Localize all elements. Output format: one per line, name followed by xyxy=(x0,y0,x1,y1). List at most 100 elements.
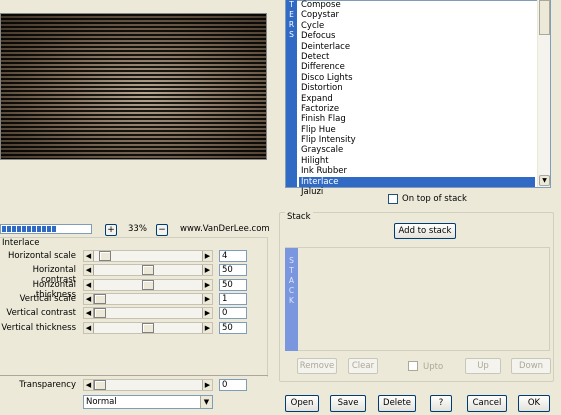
filter-list-item[interactable]: Disco Lights xyxy=(299,73,535,83)
slider-thumb[interactable] xyxy=(142,323,154,333)
stack-letter: C xyxy=(288,286,295,295)
param-input[interactable]: 50 xyxy=(219,322,247,334)
filters-tab[interactable]: TERS xyxy=(286,0,297,187)
interlace-group-title: Interlace xyxy=(2,238,40,248)
arrow-left-icon[interactable]: ◀ xyxy=(84,308,94,318)
stack-letter: K xyxy=(289,296,294,305)
param-label: Vertical scale xyxy=(19,294,76,304)
stack-tab: STACK xyxy=(285,248,298,351)
save-button[interactable]: Save xyxy=(330,395,366,412)
transparency-slider[interactable]: ◀ ▶ xyxy=(83,379,213,391)
param-slider[interactable]: ◀ ▶ xyxy=(83,250,213,262)
arrow-left-icon[interactable]: ◀ xyxy=(84,294,94,304)
param-input[interactable]: 50 xyxy=(219,279,247,291)
stack-group-title: Stack xyxy=(285,212,313,222)
progress-segment xyxy=(37,226,41,232)
filter-list-item[interactable]: Hilight xyxy=(299,156,535,166)
progress-segment xyxy=(42,226,46,232)
filter-list[interactable]: Compose Copystar Cycle Defocus Deinterlace De… xyxy=(299,0,535,197)
filter-list-item[interactable]: Cycle xyxy=(299,21,535,31)
upto-label: Upto xyxy=(423,362,444,372)
param-input[interactable]: 4 xyxy=(219,250,247,262)
arrow-right-icon[interactable]: ▶ xyxy=(202,323,212,333)
arrow-left-icon[interactable]: ◀ xyxy=(84,380,94,390)
blend-mode-select[interactable]: Normal ▼ xyxy=(83,395,213,409)
scrollbar-thumb[interactable] xyxy=(539,0,550,35)
stack-list[interactable] xyxy=(285,247,550,351)
render-progress-bar xyxy=(0,224,92,234)
filter-list-item[interactable]: Flip Hue xyxy=(299,125,535,135)
arrow-right-icon[interactable]: ▶ xyxy=(202,308,212,318)
param-label: Horizontal scale xyxy=(7,251,76,261)
slider-thumb[interactable] xyxy=(94,294,106,304)
param-slider[interactable]: ◀ ▶ xyxy=(83,279,213,291)
param-input[interactable]: 50 xyxy=(219,264,247,276)
slider-thumb[interactable] xyxy=(94,308,106,318)
cancel-button[interactable]: Cancel xyxy=(467,395,507,412)
param-slider[interactable]: ◀ ▶ xyxy=(83,322,213,334)
progress-segment xyxy=(32,226,36,232)
ok-button[interactable]: OK xyxy=(518,395,550,412)
slider-thumb[interactable] xyxy=(142,265,154,275)
arrow-right-icon[interactable]: ▶ xyxy=(202,280,212,290)
arrow-left-icon[interactable]: ◀ xyxy=(84,323,94,333)
param-label: Vertical thickness xyxy=(1,323,76,333)
arrow-right-icon[interactable]: ▶ xyxy=(202,380,212,390)
filter-list-item[interactable]: Detect xyxy=(299,52,535,62)
filter-list-item[interactable]: Difference xyxy=(299,62,535,72)
filter-list-item[interactable]: Finish Flag xyxy=(299,114,535,124)
progress-segment xyxy=(17,226,21,232)
clear-button[interactable]: Clear xyxy=(348,358,378,374)
filter-list-item[interactable]: Deinterlace xyxy=(299,42,535,52)
stack-letter: T xyxy=(289,266,294,275)
website-link[interactable]: www.VanDerLee.com xyxy=(180,224,270,234)
progress-segment xyxy=(52,226,56,232)
param-input[interactable]: 1 xyxy=(219,293,247,305)
slider-thumb[interactable] xyxy=(94,380,106,390)
down-button[interactable]: Down xyxy=(511,358,551,374)
progress-segment xyxy=(7,226,11,232)
arrow-right-icon[interactable]: ▶ xyxy=(202,251,212,261)
arrow-right-icon[interactable]: ▶ xyxy=(202,294,212,304)
filter-list-item[interactable]: Ink Rubber xyxy=(299,166,535,176)
param-slider[interactable]: ◀ ▶ xyxy=(83,264,213,276)
param-slider[interactable]: ◀ ▶ xyxy=(83,307,213,319)
filter-list-item[interactable]: Flip Intensity xyxy=(299,135,535,145)
arrow-left-icon[interactable]: ◀ xyxy=(84,280,94,290)
slider-thumb[interactable] xyxy=(99,251,111,261)
param-slider[interactable]: ◀ ▶ xyxy=(83,293,213,305)
progress-segment xyxy=(27,226,31,232)
chevron-down-icon[interactable]: ▼ xyxy=(200,396,212,408)
stack-letter: S xyxy=(289,256,294,265)
filter-list-scrollbar[interactable]: ▼ xyxy=(537,0,550,187)
scroll-down-icon[interactable]: ▼ xyxy=(539,175,550,186)
filter-list-item[interactable]: Compose xyxy=(299,0,535,10)
filter-list-item[interactable]: Copystar xyxy=(299,10,535,20)
add-to-stack-button[interactable]: Add to stack xyxy=(394,223,456,239)
arrow-left-icon[interactable]: ◀ xyxy=(84,265,94,275)
param-label: Vertical contrast xyxy=(6,308,76,318)
upto-checkbox[interactable] xyxy=(408,361,418,371)
arrow-right-icon[interactable]: ▶ xyxy=(202,265,212,275)
param-input[interactable]: 0 xyxy=(219,307,247,319)
filter-list-item[interactable]: Factorize xyxy=(299,104,535,114)
zoom-out-button[interactable]: − xyxy=(156,224,168,236)
slider-thumb[interactable] xyxy=(142,280,154,290)
arrow-left-icon[interactable]: ◀ xyxy=(84,251,94,261)
remove-button[interactable]: Remove xyxy=(297,358,337,374)
zoom-in-button[interactable]: + xyxy=(105,224,117,236)
filter-list-item[interactable]: Expand xyxy=(299,94,535,104)
on-top-of-stack-checkbox[interactable] xyxy=(388,194,398,204)
filter-list-item[interactable]: Grayscale xyxy=(299,145,535,155)
progress-segment xyxy=(2,226,6,232)
filter-list-item[interactable]: Distortion xyxy=(299,83,535,93)
up-button[interactable]: Up xyxy=(465,358,501,374)
stack-letter: A xyxy=(288,276,295,285)
transparency-input[interactable]: 0 xyxy=(219,379,247,391)
filter-list-item[interactable]: Defocus xyxy=(299,31,535,41)
filter-list-item[interactable]: Interlace xyxy=(299,176,535,188)
open-button[interactable]: Open xyxy=(285,395,319,412)
delete-button[interactable]: Delete xyxy=(378,395,416,412)
tab-letter: R xyxy=(288,20,295,29)
help-button[interactable]: ? xyxy=(430,395,452,412)
